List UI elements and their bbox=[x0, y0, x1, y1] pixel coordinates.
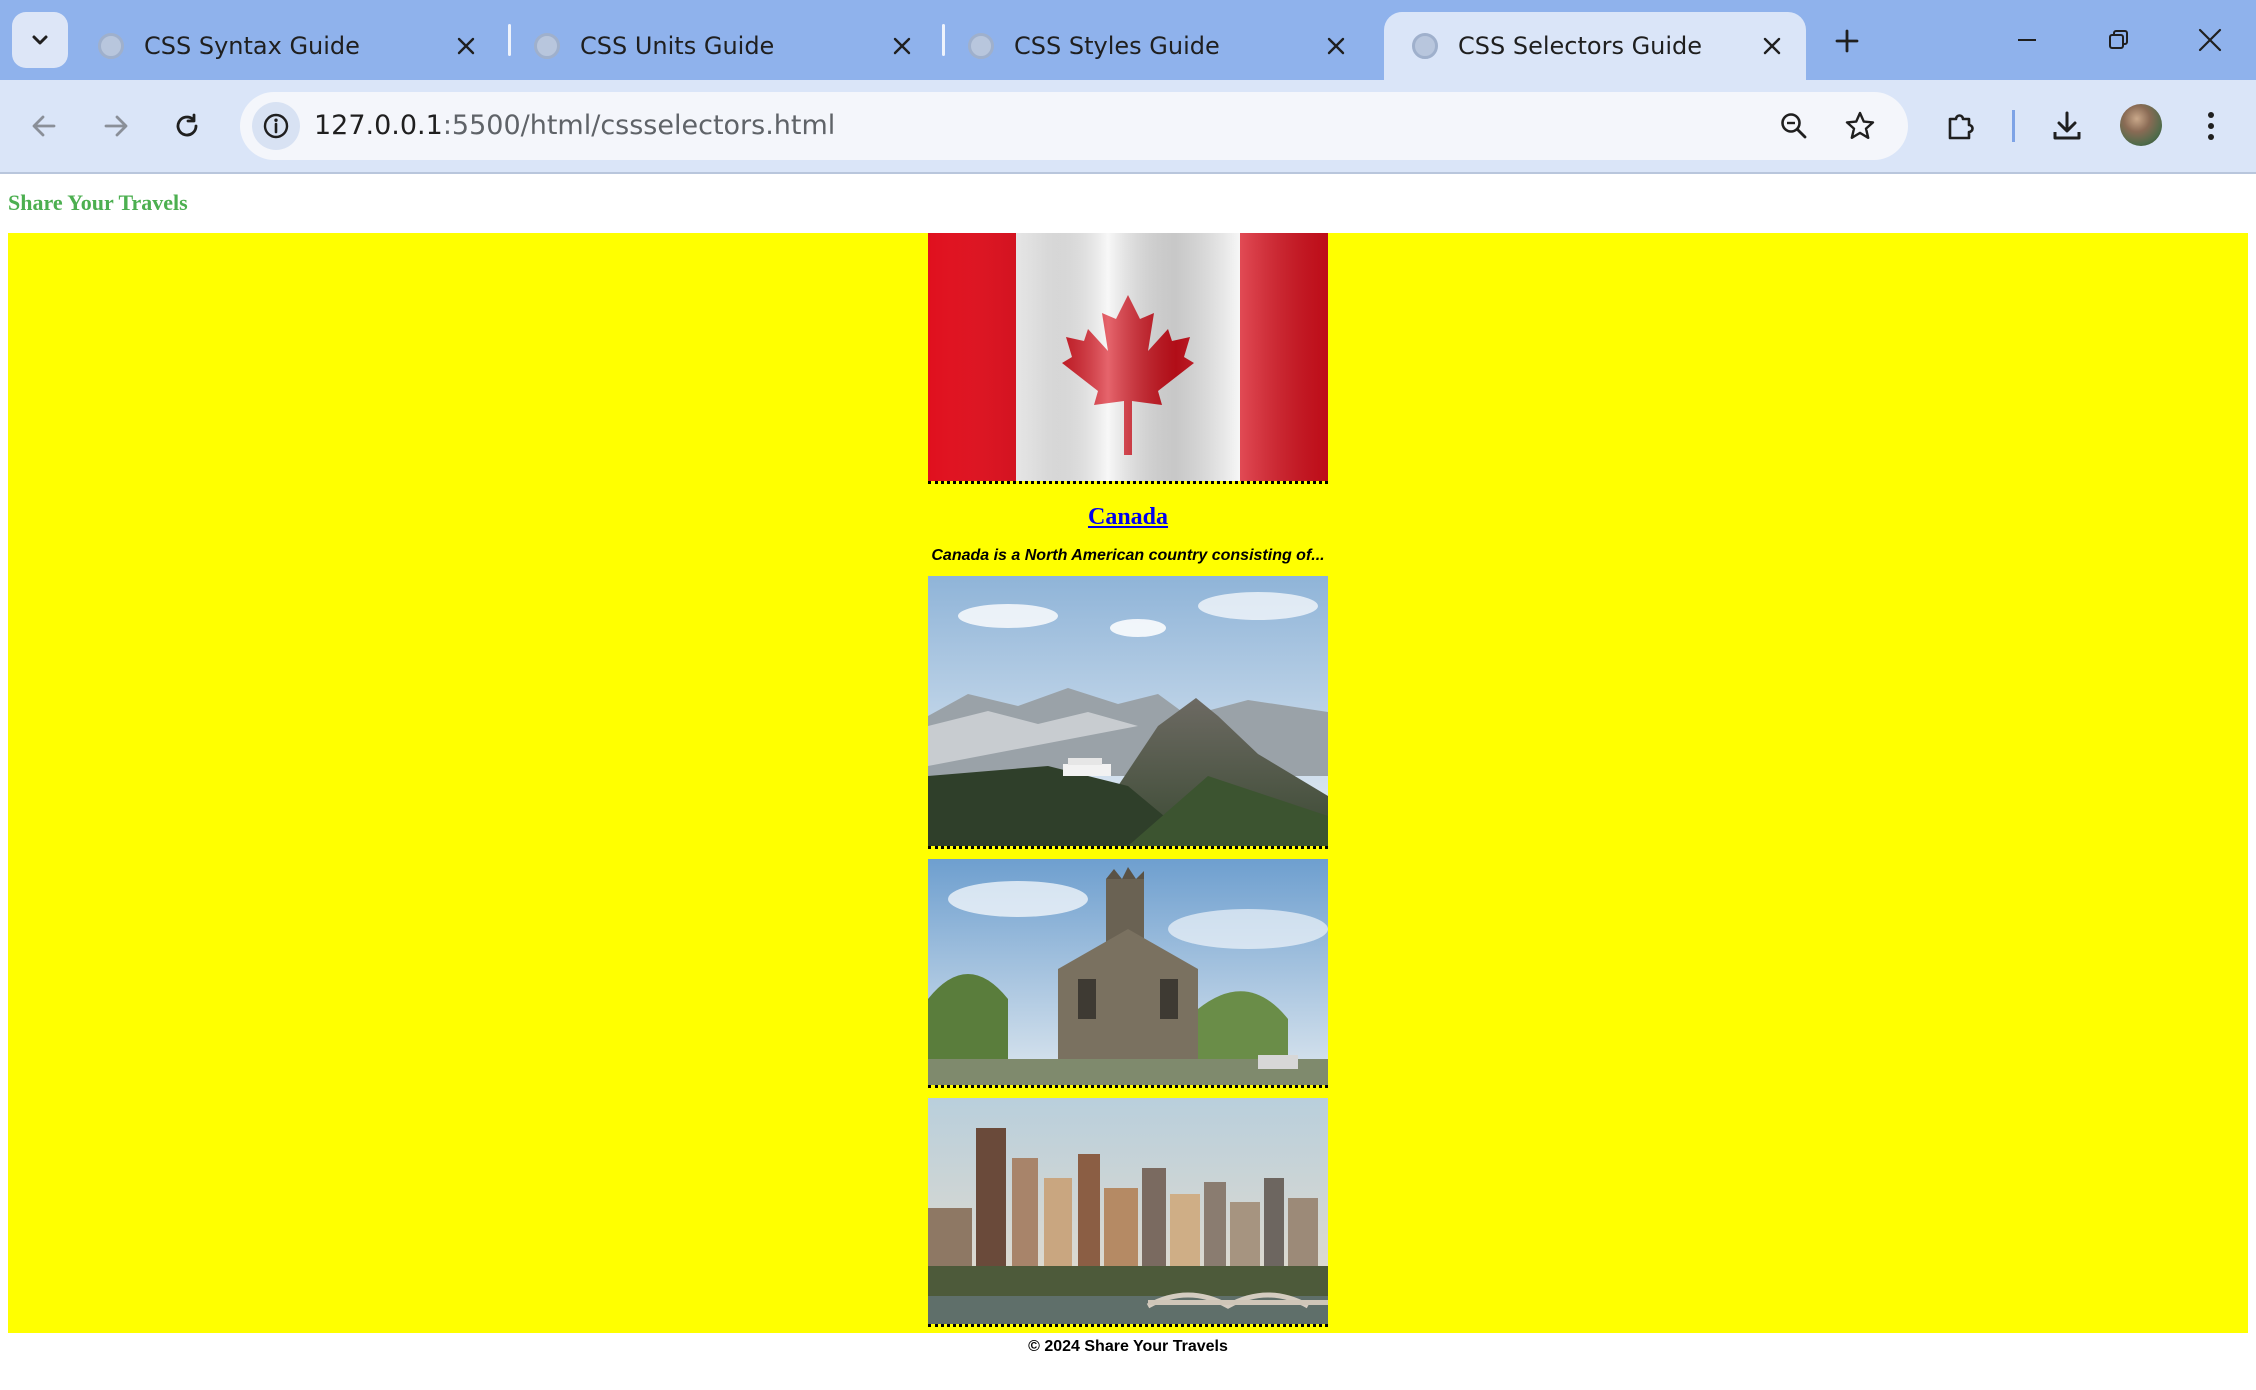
url-path: :5500/html/cssselectors.html bbox=[442, 110, 836, 141]
tab-title: CSS Styles Guide bbox=[1014, 32, 1220, 60]
minimize-button[interactable] bbox=[1997, 10, 2057, 70]
country-link[interactable]: Canada bbox=[928, 502, 1328, 532]
back-button[interactable] bbox=[18, 100, 70, 152]
reload-button[interactable] bbox=[161, 100, 213, 152]
tab-search-button[interactable] bbox=[12, 12, 68, 68]
close-tab-icon[interactable] bbox=[446, 26, 486, 66]
globe-icon bbox=[968, 33, 994, 59]
plus-icon bbox=[1835, 29, 1859, 53]
country-description: Canada is a North American country consi… bbox=[931, 547, 1325, 564]
zoom-out-icon bbox=[1781, 113, 1807, 139]
star-icon bbox=[1845, 111, 1875, 139]
zoom-button[interactable] bbox=[1770, 102, 1818, 150]
toolbar-divider bbox=[2012, 110, 2015, 142]
close-window-button[interactable] bbox=[2180, 10, 2240, 70]
reload-icon bbox=[176, 113, 198, 137]
menu-button[interactable] bbox=[2185, 100, 2237, 152]
tab-css-styles[interactable]: CSS Styles Guide bbox=[940, 12, 1370, 80]
close-tab-icon[interactable] bbox=[1316, 26, 1356, 66]
browser-toolbar: 127.0.0.1:5500/html/cssselectors.html bbox=[0, 80, 2256, 174]
main-content: Canada Canada is a North American countr… bbox=[8, 233, 2248, 1333]
canada-flag-image bbox=[928, 233, 1328, 481]
mountain-photo bbox=[928, 576, 1328, 846]
new-tab-button[interactable] bbox=[1822, 16, 1872, 66]
globe-icon bbox=[534, 33, 560, 59]
arrow-left-icon bbox=[32, 115, 56, 137]
more-vertical-icon bbox=[2208, 112, 2214, 140]
extensions-button[interactable] bbox=[1935, 100, 1987, 152]
tab-title: CSS Selectors Guide bbox=[1458, 32, 1703, 60]
image-divider bbox=[928, 846, 1328, 849]
globe-icon bbox=[98, 33, 124, 59]
address-bar[interactable]: 127.0.0.1:5500/html/cssselectors.html bbox=[240, 92, 1908, 160]
site-title: Share Your Travels bbox=[8, 190, 188, 215]
close-tab-icon[interactable] bbox=[882, 26, 922, 66]
site-info-button[interactable] bbox=[252, 102, 300, 150]
url-host: 127.0.0.1 bbox=[314, 110, 443, 141]
download-icon bbox=[2053, 111, 2081, 140]
tab-css-syntax[interactable]: CSS Syntax Guide bbox=[70, 12, 500, 80]
tab-css-units[interactable]: CSS Units Guide bbox=[506, 12, 936, 80]
image-divider bbox=[928, 1085, 1328, 1088]
restore-icon bbox=[2109, 30, 2128, 49]
globe-icon bbox=[1412, 33, 1438, 59]
close-tab-icon[interactable] bbox=[1752, 26, 1792, 66]
tab-css-selectors[interactable]: CSS Selectors Guide bbox=[1384, 12, 1806, 80]
arrow-right-icon bbox=[104, 115, 128, 137]
downloads-button[interactable] bbox=[2041, 100, 2093, 152]
info-icon bbox=[263, 113, 289, 139]
url-text: 127.0.0.1:5500/html/cssselectors.html bbox=[314, 92, 835, 160]
minimize-icon bbox=[2018, 39, 2036, 41]
chevron-down-icon bbox=[32, 35, 48, 45]
image-divider bbox=[928, 1324, 1328, 1327]
tab-title: CSS Syntax Guide bbox=[144, 32, 360, 60]
profile-avatar[interactable] bbox=[2120, 104, 2162, 146]
skyline-photo bbox=[928, 1098, 1328, 1324]
page-footer: © 2024 Share Your Travels bbox=[1028, 1338, 1228, 1355]
puzzle-icon bbox=[1948, 114, 1974, 140]
forward-button[interactable] bbox=[90, 100, 142, 152]
tab-strip: CSS Syntax Guide CSS Units Guide CSS Sty… bbox=[0, 0, 2256, 80]
restore-button[interactable] bbox=[2088, 10, 2148, 70]
church-photo bbox=[928, 859, 1328, 1085]
country-article: Canada Canada is a North American countr… bbox=[928, 233, 1328, 1327]
image-divider bbox=[928, 481, 1328, 484]
close-icon bbox=[2198, 28, 2222, 52]
tab-title: CSS Units Guide bbox=[580, 32, 775, 60]
bookmark-button[interactable] bbox=[1836, 102, 1884, 150]
